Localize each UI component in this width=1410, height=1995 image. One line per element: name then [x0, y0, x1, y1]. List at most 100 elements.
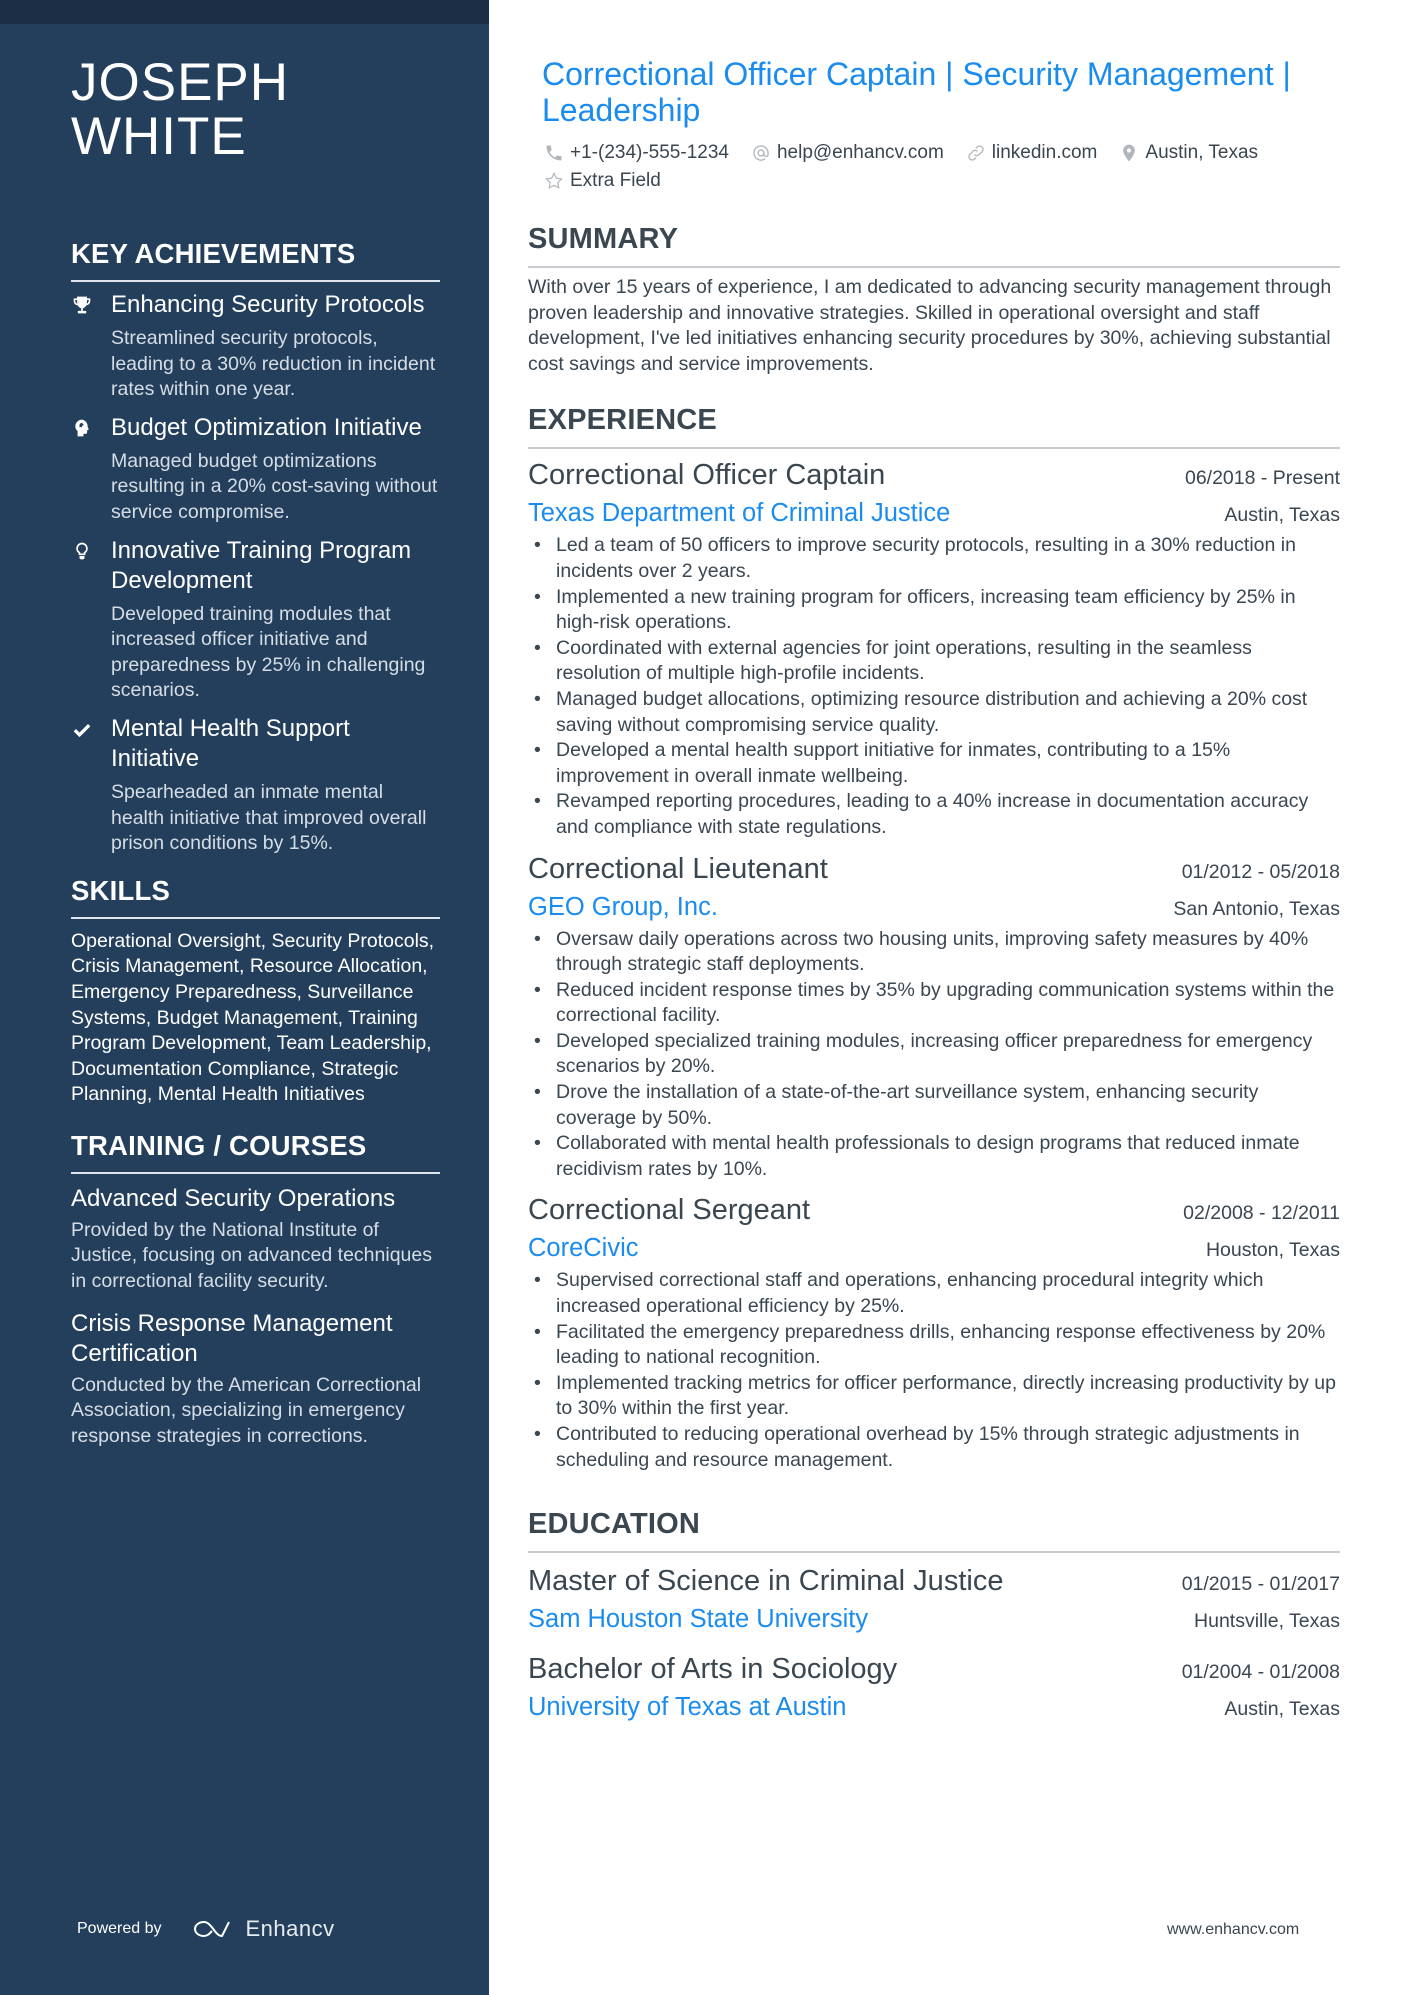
- main-content: Correctional Officer Captain | Security …: [524, 56, 1340, 1723]
- job-bullet: Implemented a new training program for o…: [528, 585, 1340, 636]
- job-dates: 01/2012 - 05/2018: [1181, 860, 1340, 883]
- contact-email[interactable]: help@enhancv.com: [751, 140, 944, 166]
- job-entry: Correctional Lieutenant 01/2012 - 05/201…: [528, 851, 1340, 1183]
- job-bullet: Implemented tracking metrics for officer…: [528, 1371, 1340, 1422]
- job-company[interactable]: Texas Department of Criminal Justice: [528, 497, 950, 529]
- contact-extra-field-text: Extra Field: [570, 170, 661, 191]
- job-bullet: Collaborated with mental health professi…: [528, 1131, 1340, 1182]
- achievement-description: Developed training modules that increase…: [111, 602, 426, 702]
- achievement-item: Mental Health Support Initiative Spearhe…: [71, 714, 440, 857]
- star-icon: [545, 171, 563, 189]
- achievement-item: Budget Optimization Initiative Managed b…: [71, 413, 440, 526]
- enhancv-brand-link[interactable]: Enhancv: [190, 1916, 335, 1942]
- powered-by: Powered by Enhancv: [77, 1916, 335, 1942]
- education-heading: EDUCATION: [528, 1507, 1340, 1554]
- experience-heading: EXPERIENCE: [528, 403, 1340, 450]
- job-bullet: Developed specialized training modules, …: [528, 1029, 1340, 1080]
- school[interactable]: Sam Houston State University: [528, 1603, 868, 1635]
- achievement-item: Innovative Training Program Development …: [71, 536, 440, 704]
- course-title: Advanced Security Operations: [71, 1184, 396, 1212]
- job-bullet: Managed budget allocations, optimizing r…: [528, 687, 1340, 738]
- achievement-description: Streamlined security protocols, leading …: [111, 327, 436, 401]
- contact-phone-text: +1-(234)-555-1234: [570, 142, 729, 163]
- contact-extra-field: Extra Field: [544, 168, 661, 194]
- name-first: JOSEPH: [71, 53, 290, 112]
- achievement-description: Managed budget optimizations resulting i…: [111, 449, 438, 523]
- job-bullets: Supervised correctional staff and operat…: [528, 1268, 1340, 1473]
- skills-list: Operational Oversight, Security Protocol…: [71, 929, 435, 1106]
- job-bullets: Oversaw daily operations across two hous…: [528, 927, 1340, 1183]
- candidate-name: JOSEPH WHITE: [71, 56, 440, 164]
- job-title: Correctional Officer Captain: [528, 459, 886, 492]
- summary-text: With over 15 years of experience, I am d…: [528, 276, 1332, 375]
- headline: Correctional Officer Captain | Security …: [542, 56, 1291, 128]
- location-pin-icon: [1123, 144, 1136, 162]
- sidebar: JOSEPH WHITE KEY ACHIEVEMENTS Enhancing …: [0, 0, 489, 1995]
- powered-by-label: Powered by: [77, 1920, 162, 1937]
- sidebar-content: JOSEPH WHITE KEY ACHIEVEMENTS Enhancing …: [71, 56, 440, 1449]
- job-bullet: Oversaw daily operations across two hous…: [528, 927, 1340, 978]
- job-bullet: Developed a mental health support initia…: [528, 738, 1340, 789]
- skills-section: SKILLS Operational Oversight, Security P…: [71, 875, 440, 1108]
- contact-linkedin[interactable]: linkedin.com: [966, 140, 1098, 166]
- job-company[interactable]: GEO Group, Inc.: [528, 891, 718, 923]
- course-description: Provided by the National Institute of Ju…: [71, 1218, 432, 1293]
- link-icon: [968, 145, 984, 161]
- job-entry: Correctional Sergeant 02/2008 - 12/2011 …: [528, 1192, 1340, 1473]
- course-description: Conducted by the American Correctional A…: [71, 1373, 422, 1447]
- contact-email-text: help@enhancv.com: [776, 142, 944, 163]
- achievement-title: Mental Health Support Initiative: [111, 714, 350, 772]
- job-location: Austin, Texas: [1224, 504, 1340, 527]
- contact-phone[interactable]: +1-(234)-555-1234: [544, 140, 729, 166]
- achievement-item: Enhancing Security Protocols Streamlined…: [71, 290, 440, 403]
- at-icon: [753, 145, 769, 161]
- job-bullet: Contributed to reducing operational over…: [528, 1422, 1340, 1473]
- job-bullet: Led a team of 50 officers to improve sec…: [528, 533, 1340, 584]
- contact-linkedin-text: linkedin.com: [991, 142, 1098, 163]
- job-bullet: Reduced incident response times by 35% b…: [528, 978, 1340, 1029]
- achievements-list: Enhancing Security Protocols Streamlined…: [71, 290, 440, 857]
- contact-info: +1-(234)-555-1234 help@enhancv.com linke…: [524, 140, 1334, 194]
- achievement-title: Innovative Training Program Development: [111, 536, 412, 594]
- course-item: Crisis Response Management Certification…: [71, 1309, 440, 1450]
- job-entry: Correctional Officer Captain 06/2018 - P…: [528, 457, 1340, 840]
- job-company[interactable]: CoreCivic: [528, 1232, 639, 1264]
- key-achievements-section: KEY ACHIEVEMENTS Enhancing Security Prot…: [71, 238, 440, 857]
- job-bullet: Drove the installation of a state-of-the…: [528, 1080, 1340, 1131]
- job-dates: 06/2018 - Present: [1184, 467, 1340, 490]
- job-bullet: Supervised correctional staff and operat…: [528, 1268, 1340, 1319]
- job-location: Houston, Texas: [1205, 1239, 1340, 1262]
- key-achievements-heading: KEY ACHIEVEMENTS: [71, 238, 440, 282]
- degree: Master of Science in Criminal Justice: [528, 1565, 1004, 1598]
- job-bullet: Revamped reporting procedures, leading t…: [528, 789, 1340, 840]
- lightbulb-icon: [71, 540, 93, 562]
- contact-location: Austin, Texas: [1119, 140, 1258, 166]
- achievement-title: Budget Optimization Initiative: [111, 413, 422, 441]
- school[interactable]: University of Texas at Austin: [528, 1691, 846, 1723]
- education-location: Austin, Texas: [1224, 1698, 1340, 1721]
- job-bullet: Coordinated with external agencies for j…: [528, 636, 1340, 687]
- degree: Bachelor of Arts in Sociology: [528, 1653, 898, 1686]
- footer-website-link[interactable]: www.enhancv.com: [1167, 1921, 1299, 1939]
- job-title: Correctional Lieutenant: [528, 852, 828, 885]
- experience-section: EXPERIENCE Correctional Officer Captain …: [528, 403, 1340, 1473]
- job-title: Correctional Sergeant: [528, 1194, 811, 1227]
- contact-location-text: Austin, Texas: [1145, 142, 1259, 163]
- achievement-description: Spearheaded an inmate mental health init…: [111, 780, 427, 855]
- summary-section: SUMMARY With over 15 years of experience…: [528, 222, 1340, 377]
- course-item: Advanced Security Operations Provided by…: [71, 1184, 440, 1295]
- job-location: San Antonio, Texas: [1173, 897, 1340, 920]
- job-bullet: Facilitated the emergency preparedness d…: [528, 1320, 1340, 1371]
- summary-heading: SUMMARY: [528, 222, 1340, 268]
- name-last: WHITE: [71, 107, 247, 166]
- achievement-title: Enhancing Security Protocols: [111, 291, 425, 318]
- skills-heading: SKILLS: [71, 875, 440, 919]
- course-title: Crisis Response Management Certification: [71, 1309, 393, 1367]
- education-location: Huntsville, Texas: [1194, 1610, 1340, 1633]
- phone-icon: [546, 145, 562, 161]
- education-dates: 01/2004 - 01/2008: [1181, 1661, 1340, 1684]
- checkmark-icon: [71, 718, 93, 740]
- training-section: TRAINING / COURSES Advanced Security Ope…: [71, 1130, 440, 1450]
- education-entry: Bachelor of Arts in Sociology 01/2004 - …: [528, 1651, 1340, 1723]
- enhancv-logo-icon: [193, 1920, 230, 1938]
